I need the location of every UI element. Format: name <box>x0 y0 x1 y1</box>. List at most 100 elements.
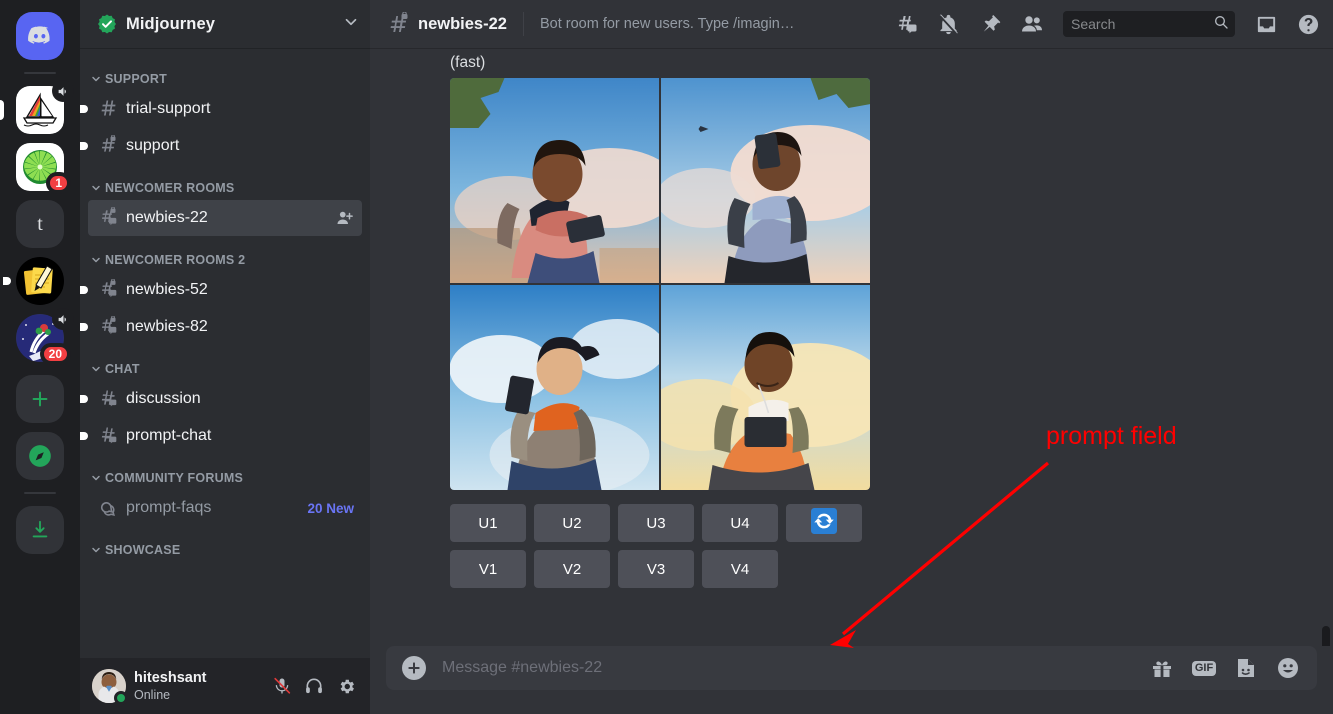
category-label: CHAT <box>105 362 140 376</box>
new-posts-badge: 20 New <box>307 500 354 516</box>
upscale-button-u2[interactable]: U2 <box>534 504 610 542</box>
variation-button-v4[interactable]: V4 <box>702 550 778 588</box>
user-status: Online <box>134 687 171 702</box>
message-input[interactable]: Message #newbies-22 GIF <box>386 646 1317 690</box>
discord-app: 1 t 20 Midjourney SUPPORT trial-support … <box>0 0 1333 714</box>
category-chat[interactable]: CHAT <box>80 346 370 380</box>
headphones-icon[interactable] <box>298 670 330 702</box>
server-icon-t[interactable]: t <box>12 200 68 248</box>
attach-plus-icon[interactable] <box>402 656 426 680</box>
emoji-icon[interactable] <box>1275 655 1301 681</box>
sticker-icon[interactable] <box>1233 655 1259 681</box>
verified-badge-icon <box>96 13 118 35</box>
explore-servers-button[interactable] <box>12 432 68 480</box>
category-label: COMMUNITY FORUMS <box>105 471 244 485</box>
category-newcomer-rooms-2[interactable]: NEWCOMER ROOMS 2 <box>80 237 370 271</box>
server-rail: 1 t 20 <box>0 0 80 714</box>
message-input-placeholder[interactable]: Message #newbies-22 <box>442 659 1133 677</box>
message-scrollbar-track[interactable] <box>1317 96 1333 646</box>
letter-t-icon[interactable]: t <box>16 200 64 248</box>
upscale-button-u4[interactable]: U4 <box>702 504 778 542</box>
add-member-icon[interactable] <box>336 209 354 227</box>
variation-button-row: V1 V2 V3 V4 <box>450 550 870 588</box>
grid-image-1[interactable] <box>450 78 659 283</box>
download-icon[interactable] <box>16 506 64 554</box>
gif-icon[interactable]: GIF <box>1191 655 1217 681</box>
server-unread-badge: 1 <box>46 172 71 194</box>
channel-name: newbies-82 <box>126 318 208 335</box>
add-server-button[interactable] <box>12 375 68 423</box>
yellow-notes-icon[interactable] <box>16 257 64 305</box>
sidebar-item-prompt-faqs[interactable]: prompt-faqs 20 New <box>88 490 362 526</box>
channel-topic[interactable]: Bot room for new users. Type /imagin… <box>540 16 794 32</box>
channel-name: newbies-52 <box>126 281 208 298</box>
message-scrollbar-thumb[interactable] <box>1322 626 1330 646</box>
server-unread-dot <box>3 277 11 285</box>
category-showcase[interactable]: SHOWCASE <box>80 527 370 561</box>
channel-name: prompt-chat <box>126 427 212 444</box>
category-newcomer-rooms[interactable]: NEWCOMER ROOMS <box>80 165 370 199</box>
sidebar-item-prompt-chat[interactable]: prompt-chat <box>80 418 362 454</box>
compass-icon[interactable] <box>16 432 64 480</box>
download-apps-button[interactable] <box>12 506 68 554</box>
speaker-muted-icon <box>52 80 74 102</box>
grid-image-3[interactable] <box>450 285 659 490</box>
server-header[interactable]: Midjourney <box>80 0 370 48</box>
message-status-text: (fast) <box>450 54 486 71</box>
search-input[interactable]: Search <box>1063 11 1235 37</box>
server-icon-midjourney[interactable] <box>0 80 74 134</box>
server-home[interactable] <box>12 12 68 60</box>
upscale-button-u1[interactable]: U1 <box>450 504 526 542</box>
sidebar-item-support[interactable]: support <box>80 128 362 164</box>
reroll-button[interactable] <box>786 504 862 542</box>
grid-image-4[interactable] <box>661 285 870 490</box>
server-icon-flowers[interactable]: 20 <box>12 308 74 365</box>
sidebar-item-trial-support[interactable]: trial-support <box>80 91 362 127</box>
category-support[interactable]: SUPPORT <box>80 56 370 90</box>
discord-logo-icon[interactable] <box>16 12 64 60</box>
variation-button-v1[interactable]: V1 <box>450 550 526 588</box>
microphone-muted-icon[interactable] <box>266 670 298 702</box>
channel-topbar: newbies-22 Bot room for new users. Type … <box>370 0 1333 48</box>
grid-image-2[interactable] <box>661 78 870 283</box>
server-icon-notes[interactable] <box>3 257 68 305</box>
rail-divider-2 <box>24 492 56 494</box>
user-panel: hiteshsant Online <box>80 658 370 714</box>
channel-sidebar: Midjourney SUPPORT trial-support support… <box>80 0 370 714</box>
unread-dot <box>80 395 88 403</box>
plus-icon[interactable] <box>16 375 64 423</box>
gif-label: GIF <box>1191 660 1217 676</box>
category-community-forums[interactable]: COMMUNITY FORUMS <box>80 455 370 489</box>
chevron-down-icon[interactable] <box>342 13 360 36</box>
sidebar-item-newbies-52[interactable]: newbies-52 <box>80 272 362 308</box>
bell-muted-icon[interactable] <box>931 8 965 40</box>
sidebar-item-newbies-22[interactable]: newbies-22 <box>88 200 362 236</box>
hash-icon <box>98 98 120 120</box>
sidebar-item-discussion[interactable]: discussion <box>80 381 362 417</box>
channel-name: trial-support <box>126 100 211 117</box>
server-icon-citrus[interactable]: 1 <box>12 143 71 194</box>
search-placeholder: Search <box>1071 16 1116 32</box>
chevron-down-icon <box>90 363 102 375</box>
gear-icon[interactable] <box>330 670 362 702</box>
midjourney-image-grid[interactable] <box>450 78 870 490</box>
unread-dot <box>80 323 88 331</box>
avatar[interactable] <box>92 669 128 705</box>
user-info[interactable]: hiteshsant Online <box>134 670 266 703</box>
gift-icon[interactable] <box>1149 655 1175 681</box>
help-icon[interactable] <box>1291 8 1325 40</box>
variation-button-v3[interactable]: V3 <box>618 550 694 588</box>
threads-icon[interactable] <box>889 8 923 40</box>
message-composer: Message #newbies-22 GIF <box>370 646 1333 714</box>
refresh-icon <box>811 508 837 538</box>
variation-button-v2[interactable]: V2 <box>534 550 610 588</box>
upscale-button-u3[interactable]: U3 <box>618 504 694 542</box>
sidebar-item-newbies-82[interactable]: newbies-82 <box>80 309 362 345</box>
inbox-icon[interactable] <box>1249 8 1283 40</box>
pin-icon[interactable] <box>973 8 1007 40</box>
members-icon[interactable] <box>1015 8 1049 40</box>
hash-lock-icon <box>98 134 120 157</box>
speaker-muted-icon-2 <box>52 308 74 330</box>
thread-lock-icon <box>98 206 120 229</box>
chevron-down-icon <box>90 472 102 484</box>
